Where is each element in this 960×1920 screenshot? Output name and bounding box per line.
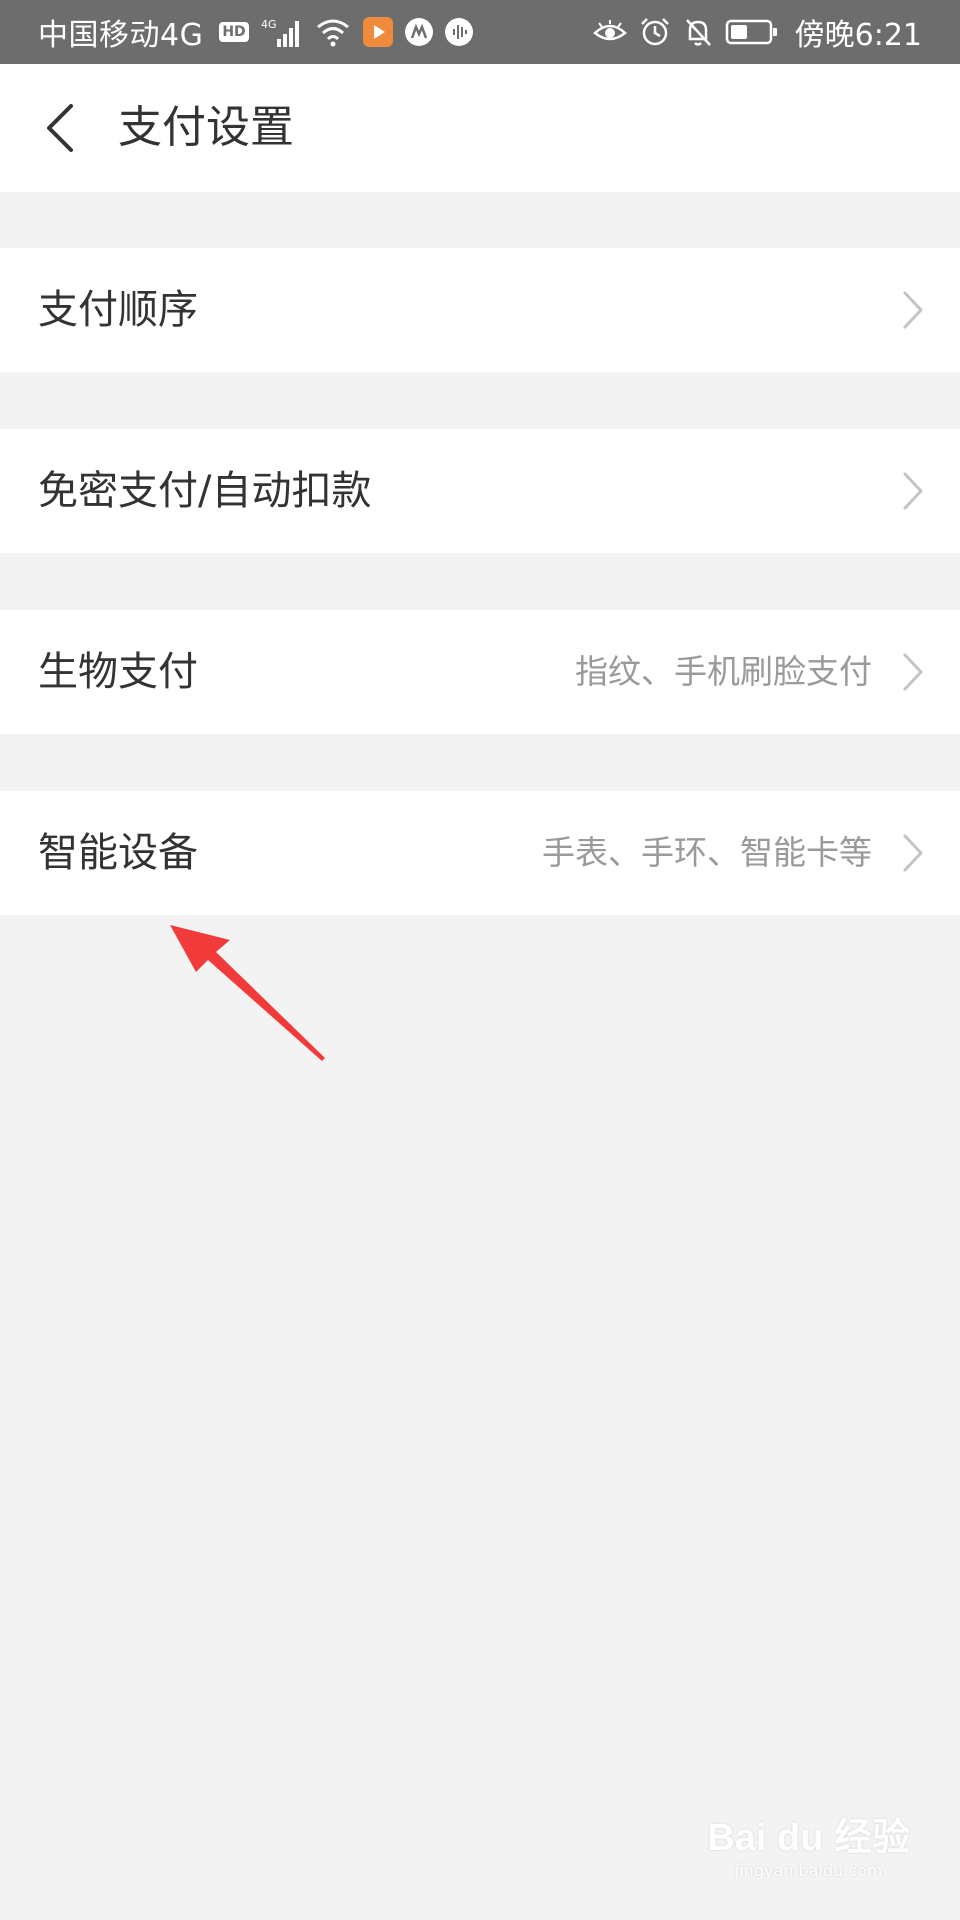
row-description: 指纹、手机刷脸支付 xyxy=(575,652,872,691)
row-label: 免密支付/自动扣款 xyxy=(38,468,372,514)
status-bar-right: 傍晚6:21 xyxy=(587,0,922,64)
clock-time: 傍晚6:21 xyxy=(794,18,922,53)
page-title: 支付设置 xyxy=(118,102,294,153)
carrier-label: 中国移动4G xyxy=(38,18,204,53)
app-icon-white xyxy=(404,18,433,46)
network-type-label: 4G xyxy=(261,18,277,31)
settings-row-biometric-payment[interactable]: 生物支付 指纹、手机刷脸支付 xyxy=(0,610,960,734)
row-label: 智能设备 xyxy=(38,830,198,876)
hd-icon: HD xyxy=(219,22,249,42)
chevron-right-icon xyxy=(903,653,923,691)
chevron-right-icon xyxy=(903,472,923,510)
app-icon-orange xyxy=(362,17,393,47)
annotation-arrow-icon xyxy=(170,925,325,1061)
battery-icon xyxy=(725,18,779,46)
status-bar: 中国移动4G HD 4G 傍晚6:21 xyxy=(0,0,960,64)
row-label: 支付顺序 xyxy=(38,287,198,333)
top-app-bar: 支付设置 xyxy=(0,64,960,192)
watermark: Bai du 经验 jingyan.baidu.com xyxy=(707,1806,910,1880)
mute-bell-icon xyxy=(683,16,713,48)
signal-icon: 4G xyxy=(261,17,303,47)
status-bar-left: 中国移动4G HD 4G xyxy=(38,0,479,64)
settings-row-payment-order[interactable]: 支付顺序 xyxy=(0,248,960,372)
row-description: 手表、手环、智能卡等 xyxy=(542,833,872,872)
chevron-left-icon xyxy=(47,104,73,152)
voice-app-icon xyxy=(444,18,473,46)
watermark-logo: Bai du 经验 xyxy=(707,1817,910,1859)
chevron-right-icon xyxy=(903,834,923,872)
row-label: 生物支付 xyxy=(38,649,198,695)
settings-row-smart-devices[interactable]: 智能设备 手表、手环、智能卡等 xyxy=(0,791,960,915)
chevron-right-icon xyxy=(903,291,923,329)
alarm-icon xyxy=(639,16,671,48)
eye-icon xyxy=(592,19,627,45)
back-button[interactable] xyxy=(30,98,90,158)
wifi-icon xyxy=(315,17,351,47)
settings-row-password-free-payment[interactable]: 免密支付/自动扣款 xyxy=(0,429,960,553)
watermark-url: jingyan.baidu.com xyxy=(734,1861,883,1880)
